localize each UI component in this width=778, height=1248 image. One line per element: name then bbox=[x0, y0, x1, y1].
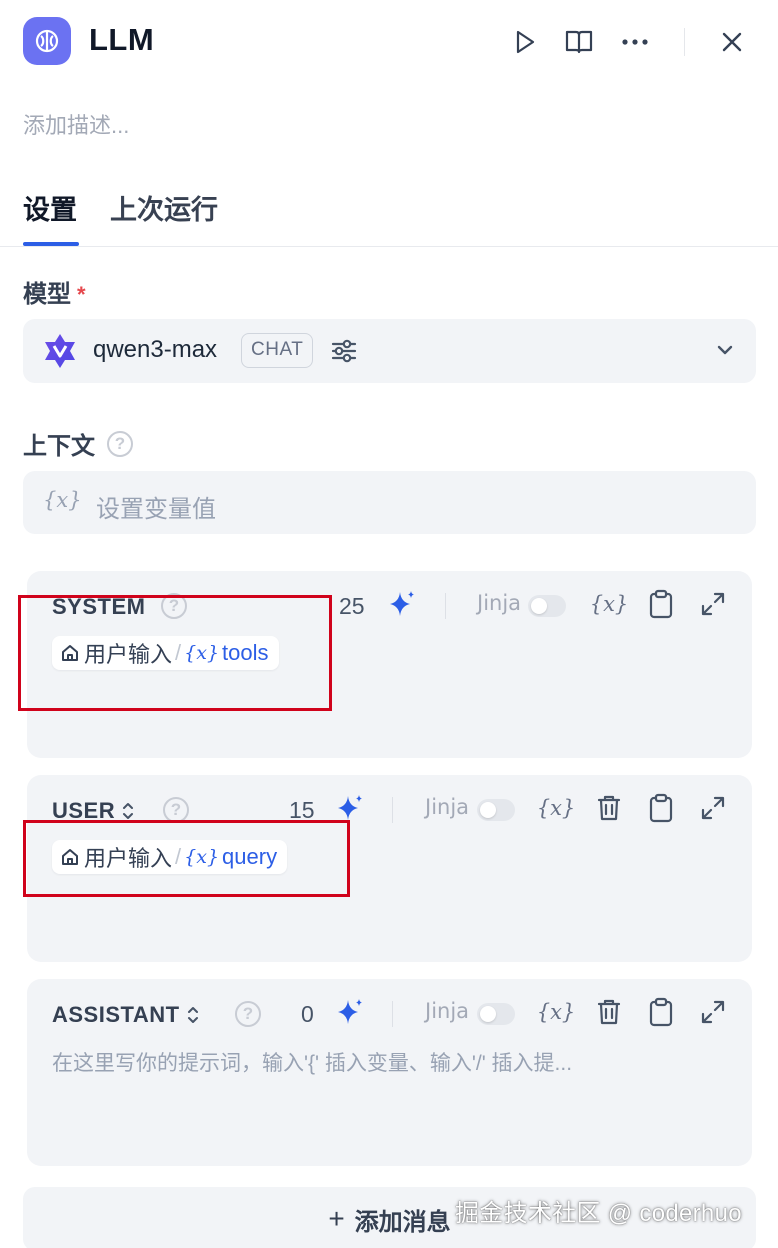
clipboard-icon bbox=[649, 997, 673, 1027]
model-label-text: 模型 bbox=[23, 281, 71, 308]
trash-icon bbox=[597, 795, 621, 821]
role-label: ASSISTANT bbox=[52, 1002, 180, 1027]
plus-icon: + bbox=[328, 1203, 345, 1234]
user-message-card[interactable]: USER ? 15 Jinja {x} 用户输入 / {x} query bbox=[27, 775, 752, 962]
token-count: 0 bbox=[301, 1001, 314, 1027]
expand-icon bbox=[701, 592, 725, 616]
variable-separator: / bbox=[175, 640, 182, 665]
sparkle-icon[interactable] bbox=[335, 793, 365, 823]
required-mark: * bbox=[77, 282, 86, 307]
tab-settings[interactable]: 设置 bbox=[23, 188, 77, 227]
node-title: LLM bbox=[89, 22, 155, 57]
more-button[interactable] bbox=[615, 22, 655, 62]
trash-icon bbox=[597, 999, 621, 1025]
add-message-label: 添加消息 bbox=[354, 1208, 451, 1236]
delete-button[interactable] bbox=[593, 996, 625, 1028]
brain-icon bbox=[23, 17, 71, 65]
context-label-text: 上下文 bbox=[23, 433, 95, 460]
assistant-message-card[interactable]: ASSISTANT ? 0 Jinja {x} 在这里写你的提示词，输入'{' … bbox=[27, 979, 752, 1166]
play-icon bbox=[516, 30, 535, 54]
insert-variable-button[interactable]: {x} bbox=[537, 792, 576, 824]
help-icon[interactable]: ? bbox=[107, 430, 133, 457]
toolbar-divider bbox=[392, 797, 393, 823]
variable-name: tools bbox=[222, 640, 269, 665]
model-mode-badge: CHAT bbox=[241, 333, 314, 368]
variable-icon: {x} bbox=[43, 488, 82, 512]
model-label: 模型 * bbox=[23, 274, 86, 309]
context-variable-picker[interactable]: {x} 设置变量值 bbox=[23, 471, 756, 534]
variable-icon: {x} bbox=[536, 1000, 576, 1024]
qwen-logo-icon bbox=[45, 334, 75, 368]
message-role: SYSTEM bbox=[52, 594, 145, 620]
variable-chip[interactable]: 用户输入 / {x} tools bbox=[52, 636, 279, 670]
message-role-selector[interactable]: ASSISTANT bbox=[52, 1002, 200, 1028]
variable-chip[interactable]: 用户输入 / {x} query bbox=[52, 840, 288, 874]
model-selector[interactable]: qwen3-max CHAT bbox=[23, 319, 756, 383]
context-label: 上下文 ? bbox=[23, 426, 133, 461]
clipboard-icon bbox=[649, 589, 673, 619]
help-icon[interactable]: ? bbox=[161, 593, 187, 619]
role-label: USER bbox=[52, 798, 116, 823]
header-divider bbox=[684, 28, 685, 56]
expand-button[interactable] bbox=[697, 996, 729, 1028]
role-label: SYSTEM bbox=[52, 594, 146, 619]
variable-icon: {x} bbox=[184, 642, 220, 664]
prompt-editor-placeholder[interactable]: 在这里写你的提示词，输入'{' 插入变量、输入'/' 插入提... bbox=[52, 1047, 712, 1077]
more-icon bbox=[622, 39, 648, 45]
chevron-up-down-icon bbox=[187, 1007, 198, 1023]
expand-icon bbox=[701, 1000, 725, 1024]
expand-button[interactable] bbox=[697, 588, 729, 620]
tab-last-run[interactable]: 上次运行 bbox=[110, 188, 218, 227]
token-count: 15 bbox=[289, 797, 315, 823]
delete-button[interactable] bbox=[593, 792, 625, 824]
expand-button[interactable] bbox=[697, 792, 729, 824]
home-icon bbox=[62, 645, 78, 661]
copy-button[interactable] bbox=[645, 588, 677, 620]
system-message-card[interactable]: SYSTEM ? 25 Jinja {x} 用户输入 / {x} tools bbox=[27, 571, 752, 758]
insert-variable-button[interactable]: {x} bbox=[590, 588, 629, 620]
active-tab-indicator bbox=[23, 242, 79, 246]
jinja-toggle[interactable] bbox=[477, 799, 515, 821]
sparkle-icon[interactable] bbox=[335, 997, 365, 1027]
token-count: 25 bbox=[339, 593, 365, 619]
book-icon bbox=[565, 30, 593, 54]
tab-bar: 设置 上次运行 bbox=[0, 170, 778, 247]
toolbar-divider bbox=[445, 593, 446, 619]
docs-button[interactable] bbox=[559, 22, 599, 62]
variable-separator: / bbox=[175, 844, 182, 869]
chevron-down-icon bbox=[717, 345, 733, 355]
message-role-selector[interactable]: USER bbox=[52, 798, 135, 824]
jinja-label: Jinja bbox=[477, 591, 522, 615]
context-placeholder: 设置变量值 bbox=[96, 496, 216, 523]
model-settings-icon[interactable] bbox=[329, 336, 359, 366]
run-button[interactable] bbox=[504, 22, 544, 62]
variable-icon: {x} bbox=[536, 796, 576, 820]
chevron-up-down-icon bbox=[123, 803, 134, 819]
variable-name: query bbox=[222, 844, 278, 869]
close-icon bbox=[722, 32, 742, 52]
jinja-toggle[interactable] bbox=[528, 595, 566, 617]
clipboard-icon bbox=[649, 793, 673, 823]
insert-variable-button[interactable]: {x} bbox=[537, 996, 576, 1028]
home-icon bbox=[62, 849, 78, 865]
description-input[interactable]: 添加描述... bbox=[23, 108, 129, 140]
variable-source: 用户输入 bbox=[84, 846, 173, 871]
jinja-toggle[interactable] bbox=[477, 1003, 515, 1025]
watermark: 掘金技术社区 @ coderhuo bbox=[455, 1200, 742, 1227]
jinja-label: Jinja bbox=[425, 999, 470, 1023]
sparkle-icon[interactable] bbox=[387, 589, 417, 619]
help-icon[interactable]: ? bbox=[163, 797, 189, 823]
node-header: LLM bbox=[0, 0, 778, 90]
close-button[interactable] bbox=[712, 22, 752, 62]
copy-button[interactable] bbox=[645, 996, 677, 1028]
jinja-label: Jinja bbox=[425, 795, 470, 819]
copy-button[interactable] bbox=[645, 792, 677, 824]
variable-icon: {x} bbox=[184, 846, 220, 868]
variable-source: 用户输入 bbox=[84, 642, 173, 667]
toolbar-divider bbox=[392, 1001, 393, 1027]
expand-icon bbox=[701, 796, 725, 820]
variable-icon: {x} bbox=[589, 592, 629, 616]
model-name: qwen3-max bbox=[93, 336, 218, 363]
help-icon[interactable]: ? bbox=[235, 1001, 261, 1027]
